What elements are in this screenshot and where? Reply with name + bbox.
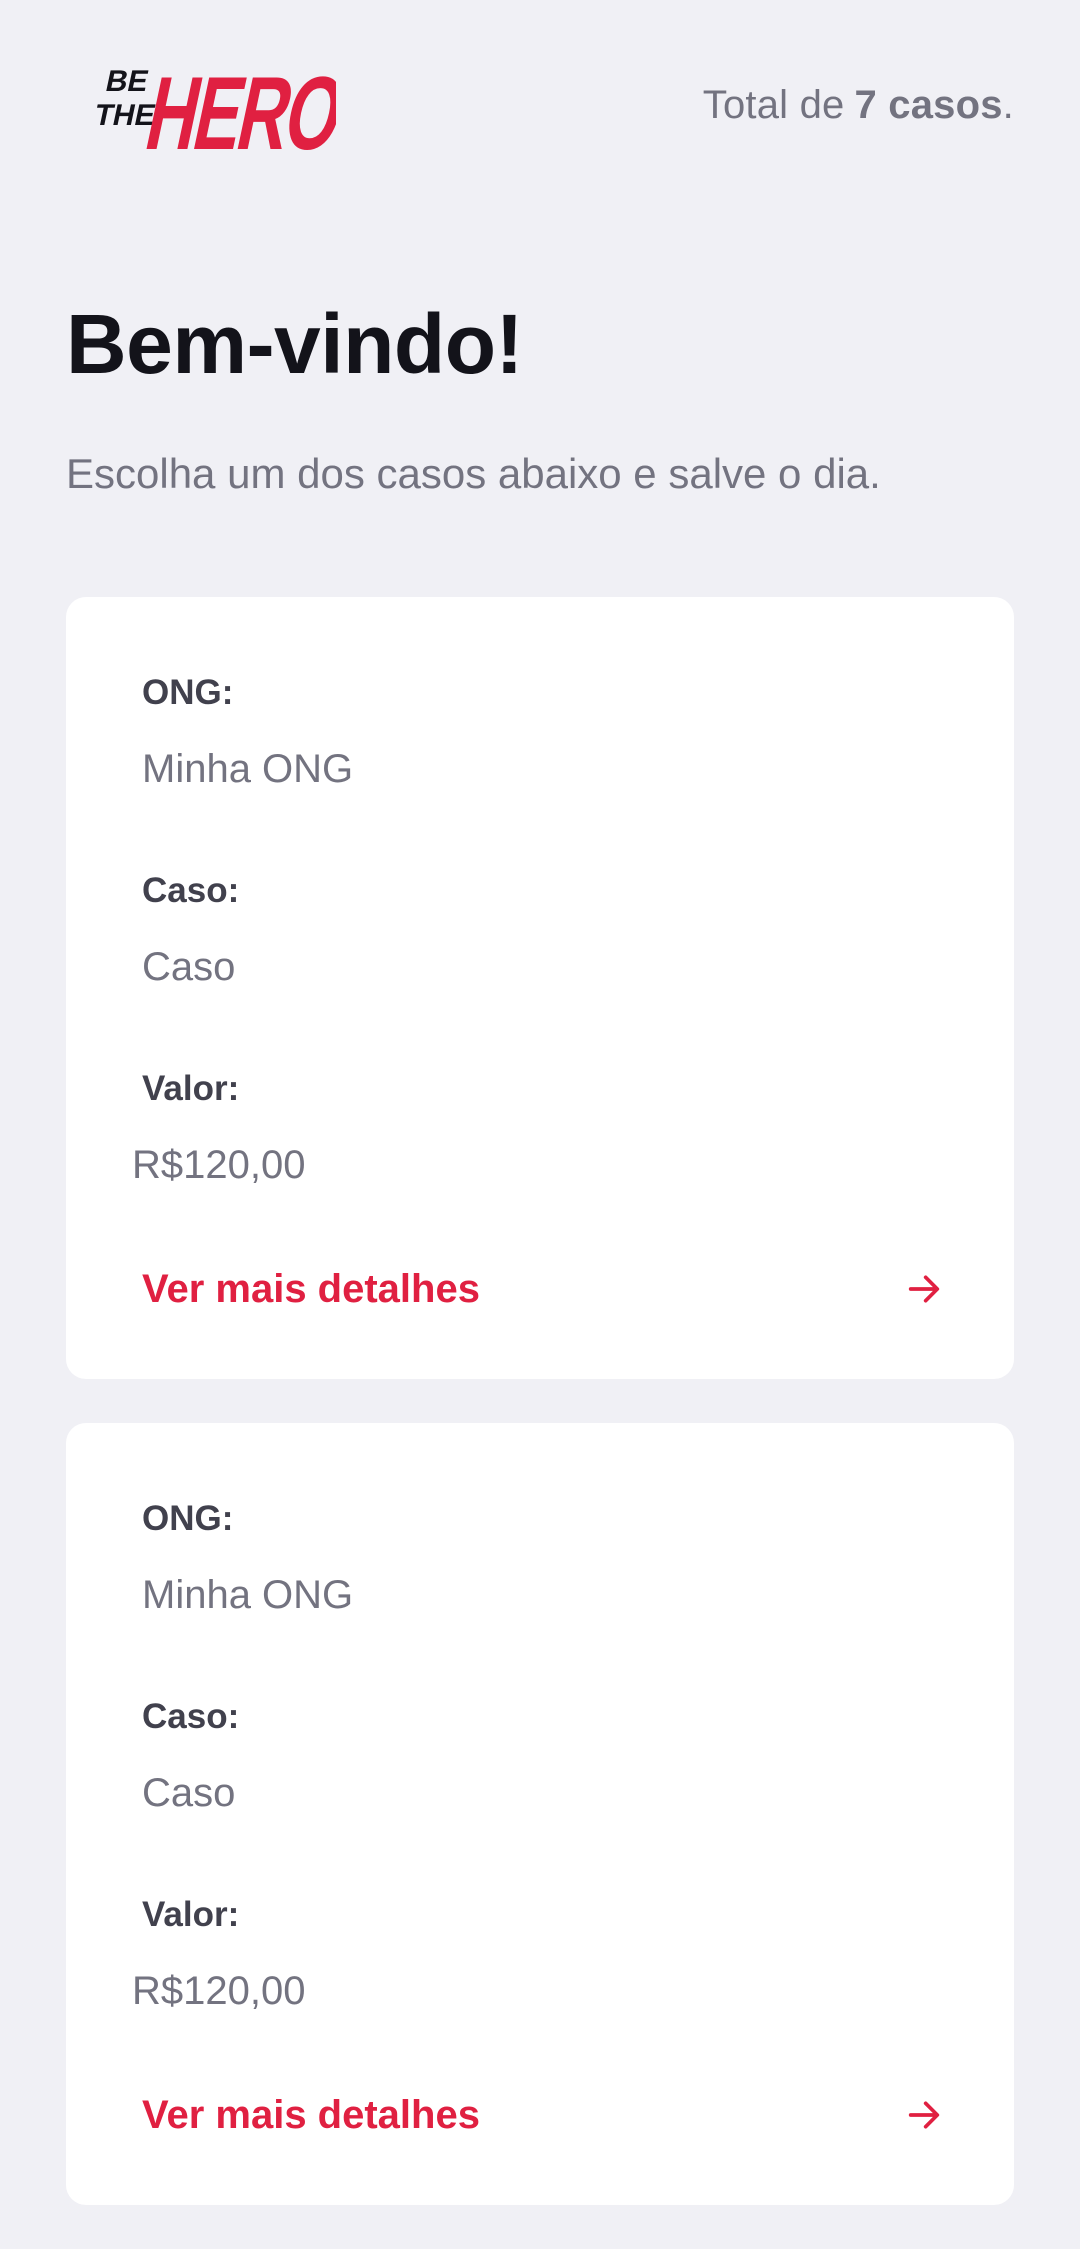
see-details-label: Ver mais detalhes bbox=[142, 1266, 480, 1311]
caso-value: Caso bbox=[142, 1771, 236, 1815]
see-details-button[interactable]: Ver mais detalhes bbox=[142, 1261, 1014, 1317]
valor-label: Valor: bbox=[142, 1069, 240, 1108]
ong-value: Minha ONG bbox=[142, 747, 354, 791]
valor-label: Valor: bbox=[142, 1895, 240, 1934]
caso-value: Caso bbox=[142, 945, 236, 989]
incident-card: ONG: Minha ONG Caso: Caso Valor: R$120,0… bbox=[66, 1423, 1014, 2205]
be-the-hero-logo: BE THE HERO bbox=[66, 45, 336, 165]
svg-text:HERO: HERO bbox=[137, 56, 336, 165]
page-title: Bem-vindo! bbox=[66, 297, 524, 391]
see-details-label: Ver mais detalhes bbox=[142, 2092, 480, 2137]
caso-label: Caso: bbox=[142, 1697, 240, 1736]
page-subtitle: Escolha um dos casos abaixo e salve o di… bbox=[66, 450, 881, 497]
ong-label: ONG: bbox=[142, 673, 234, 712]
ong-label: ONG: bbox=[142, 1499, 234, 1538]
total-cases: Total de 7 casos. bbox=[703, 83, 1014, 128]
see-details-button[interactable]: Ver mais detalhes bbox=[142, 2087, 1014, 2143]
total-prefix: Total de bbox=[702, 82, 845, 127]
app-header: BE THE HERO Total de 7 casos. bbox=[66, 40, 1014, 170]
incident-card: ONG: Minha ONG Caso: Caso Valor: R$120,0… bbox=[66, 597, 1014, 1379]
total-count: 7 casos bbox=[854, 82, 1003, 127]
valor-value: R$120,00 bbox=[132, 1969, 306, 2013]
arrow-right-icon bbox=[908, 2101, 940, 2129]
ong-value: Minha ONG bbox=[142, 1573, 354, 1617]
valor-value: R$120,00 bbox=[132, 1143, 306, 1187]
logo-graphic: BE THE HERO bbox=[92, 56, 336, 165]
incident-list: ONG: Minha ONG Caso: Caso Valor: R$120,0… bbox=[66, 597, 1014, 2249]
caso-label: Caso: bbox=[142, 871, 240, 910]
svg-text:BE: BE bbox=[103, 65, 152, 98]
total-suffix: . bbox=[1002, 82, 1014, 127]
arrow-right-icon bbox=[908, 1275, 940, 1303]
